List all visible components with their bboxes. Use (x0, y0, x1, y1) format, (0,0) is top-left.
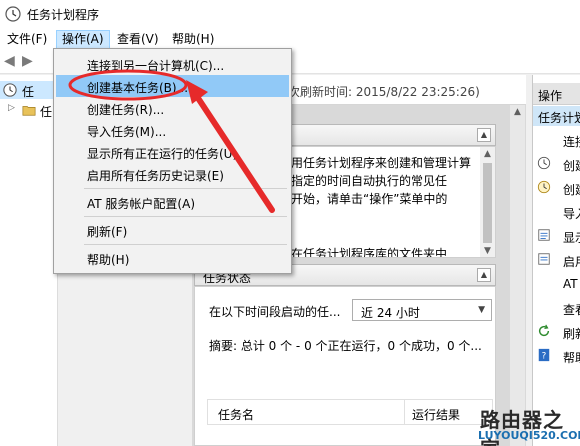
collapse-icon[interactable]: ▲ (477, 128, 491, 142)
menu-item-at-config[interactable]: AT 服务帐户配置(A) (56, 191, 289, 213)
collapse-icon[interactable]: ▲ (477, 268, 491, 282)
overview-scrollbar[interactable]: ▲ ▼ (480, 147, 495, 257)
menu-item-label: 刷新(F) (87, 225, 128, 239)
overview-line: 指定的时间自动执行的常见任 (291, 174, 448, 188)
overview-line: 开始，请单击“操作”菜单中的 (291, 192, 448, 206)
overview-partial-line: 在任务计划程序库的文件夹中 (291, 247, 448, 258)
menu-item-enable-history[interactable]: 启用所有任务历史记录(E) (56, 163, 289, 185)
menu-item-import-task[interactable]: 导入任务(M)... (56, 119, 289, 141)
menu-item-label: 帮助(H) (87, 253, 130, 267)
clock-icon (5, 6, 21, 22)
action-display-running[interactable]: 显示 (533, 225, 580, 247)
clock-icon (537, 156, 551, 170)
list-icon (538, 229, 550, 241)
navigation-tree: 任 ▷ 任 (0, 75, 58, 446)
history-icon (538, 253, 550, 265)
column-run-result[interactable]: 运行结果 (412, 406, 460, 423)
action-connect[interactable]: 连接 (533, 129, 580, 151)
menu-item-help[interactable]: 帮助(H) (56, 247, 289, 269)
scroll-thumb[interactable] (483, 163, 492, 243)
tree-item-library[interactable]: ▷ 任 (0, 101, 58, 119)
action-label: 创建 (563, 159, 580, 173)
refresh-icon (538, 324, 550, 337)
actions-subheader-label: 任务计划 (538, 111, 580, 125)
forward-arrow-icon[interactable]: ▶ (22, 53, 38, 69)
action-label: 刷新 (563, 327, 580, 341)
menu-bar: 文件(F) 操作(A) 查看(V) 帮助(H) (0, 28, 580, 50)
action-create-task[interactable]: 创建 (533, 177, 580, 199)
last-refresh-text: 次刷新时间: 2015/8/22 23:25:26) (288, 85, 480, 99)
scroll-down-icon[interactable]: ▼ (480, 244, 495, 257)
action-label: 连接 (563, 135, 580, 149)
column-divider (404, 400, 405, 424)
menu-item-create-basic-task[interactable]: 创建基本任务(B)... (56, 75, 289, 97)
action-view[interactable]: 查看 (533, 297, 580, 319)
svg-text:?: ? (542, 352, 547, 362)
help-icon: ? (538, 348, 550, 362)
time-range-value: 近 24 小时 (361, 306, 420, 320)
actions-header-label: 操作 (538, 89, 563, 103)
tree-item-label: 任 (40, 105, 53, 119)
menu-item-create-task[interactable]: 创建任务(R)... (56, 97, 289, 119)
action-label: 启用 (563, 255, 580, 269)
clock-icon (3, 83, 17, 97)
action-menu-dropdown: 连接到另一台计算机(C)... 创建基本任务(B)... 创建任务(R)... … (53, 48, 292, 274)
window-title: 任务计划程序 (27, 8, 100, 22)
action-label: 帮助 (563, 351, 580, 365)
action-label: AT (563, 277, 578, 291)
menu-item-label: 连接到另一台计算机(C)... (87, 59, 225, 73)
menu-item-label: 创建任务(R)... (87, 103, 165, 117)
action-create-basic[interactable]: 创建 (533, 153, 580, 175)
menu-item-connect[interactable]: 连接到另一台计算机(C)... (56, 53, 289, 75)
watermark-url: LUYOUQI520.COM (478, 429, 580, 442)
action-at-config[interactable]: AT (533, 273, 580, 295)
menu-action[interactable]: 操作(A) (56, 30, 110, 49)
action-import[interactable]: 导入 (533, 201, 580, 223)
time-range-select[interactable]: 近 24 小时 ▼ (352, 299, 492, 321)
column-task-name[interactable]: 任务名 (218, 406, 254, 423)
task-grid-header: 任务名 运行结果 (207, 399, 493, 425)
title-bar: 任务计划程序 (0, 0, 580, 28)
menu-separator (84, 188, 287, 189)
menu-separator (84, 244, 287, 245)
menu-view[interactable]: 查看(V) (112, 30, 164, 49)
status-section-body: 在以下时间段启动的任... 近 24 小时 ▼ 摘要: 总计 0 个 - 0 个… (194, 286, 496, 446)
center-scrollbar[interactable]: ▲ (510, 105, 525, 446)
menu-item-label: 创建基本任务(B)... (87, 81, 189, 95)
tree-item-root[interactable]: 任 (0, 81, 58, 99)
filter-label: 在以下时间段启动的任... (209, 305, 341, 319)
menu-item-label: AT 服务帐户配置(A) (87, 197, 195, 211)
menu-item-label: 导入任务(M)... (87, 125, 167, 139)
back-arrow-icon[interactable]: ◀ (4, 53, 20, 69)
action-help[interactable]: ? 帮助 (533, 345, 580, 367)
menu-item-label: 显示所有正在运行的任务(U) (87, 147, 238, 161)
menu-item-label: 启用所有任务历史记录(E) (87, 169, 224, 183)
overview-line: 用任务计划程序来创建和管理计算 (291, 156, 472, 170)
menu-help[interactable]: 帮助(H) (167, 30, 219, 49)
overview-text: 用任务计划程序来创建和管理计算 指定的时间自动执行的常见任 开始，请单击“操作”… (291, 154, 471, 208)
chevron-right-icon[interactable]: ▷ (8, 103, 15, 113)
menu-item-refresh[interactable]: 刷新(F) (56, 219, 289, 241)
actions-pane: 操作 任务计划 连接 创建 创建 导入 显示 启用 AT 查看 刷新 ? 帮助 (532, 75, 580, 446)
menu-separator (84, 216, 287, 217)
menu-file[interactable]: 文件(F) (2, 30, 52, 49)
scroll-up-icon[interactable]: ▲ (480, 147, 495, 162)
action-label: 创建 (563, 183, 580, 197)
actions-header: 操作 (533, 83, 580, 105)
menu-item-display-running[interactable]: 显示所有正在运行的任务(U) (56, 141, 289, 163)
action-label: 显示 (563, 231, 580, 245)
watermark-logo: 路由器之家 LUYOUQI520.COM (472, 404, 580, 446)
status-summary: 摘要: 总计 0 个 - 0 个正在运行，0 个成功，0 个... (209, 339, 482, 353)
action-label: 导入 (563, 207, 580, 221)
action-label: 查看 (563, 303, 580, 317)
actions-subheader[interactable]: 任务计划 (533, 106, 580, 126)
clock-star-icon (537, 180, 551, 194)
chevron-down-icon: ▼ (478, 305, 485, 315)
folder-icon (22, 106, 36, 116)
action-refresh[interactable]: 刷新 (533, 321, 580, 343)
tree-item-label: 任 (22, 85, 35, 99)
scroll-up-icon[interactable]: ▲ (510, 105, 525, 120)
action-enable-history[interactable]: 启用 (533, 249, 580, 271)
